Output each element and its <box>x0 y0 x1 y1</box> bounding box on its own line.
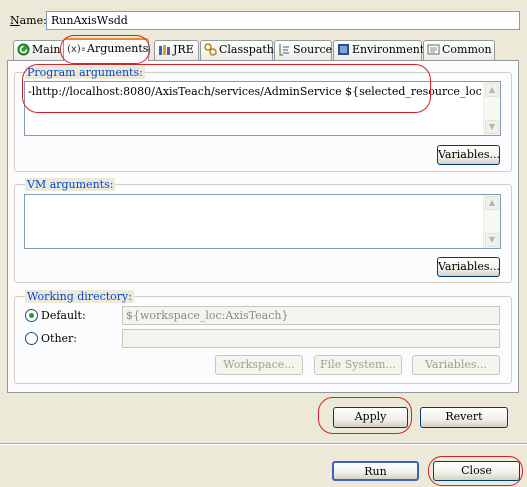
revert-button-label: Revert <box>445 410 483 423</box>
jre-library-icon <box>158 43 171 56</box>
workspace-button[interactable]: Workspace... <box>215 355 303 375</box>
tab-classpath-label: Classpath <box>219 43 274 56</box>
annotation-apply-button <box>318 397 412 434</box>
radio-selected-dot <box>29 313 34 318</box>
scroll-up-icon[interactable]: ▲ <box>485 196 499 210</box>
working-directory-title: Working directory: <box>25 290 134 303</box>
other-label: Other: <box>41 332 77 345</box>
other-radio[interactable] <box>25 332 38 345</box>
name-value: RunAxisWsdd <box>51 14 128 27</box>
vm-arguments-textarea[interactable]: ▲ ▼ <box>24 194 501 249</box>
program-arguments-scrollbar[interactable]: ▲ ▼ <box>483 82 500 135</box>
variables-button-label: Variables... <box>438 260 501 273</box>
scroll-down-icon[interactable]: ▼ <box>485 233 499 247</box>
file-system-button-label: File System... <box>320 358 396 371</box>
tab-source[interactable]: Source <box>274 40 332 60</box>
other-directory-field <box>122 329 500 348</box>
vm-arguments-title: VM arguments: <box>25 178 116 191</box>
bottom-divider <box>0 443 527 445</box>
tab-environment-label: Environment <box>352 43 425 56</box>
working-directory-variables-button[interactable]: Variables... <box>412 355 500 375</box>
vm-arguments-variables-button[interactable]: Variables... <box>437 257 500 277</box>
revert-button[interactable]: Revert <box>420 407 508 428</box>
default-radio[interactable] <box>25 309 38 322</box>
name-label: Name: <box>10 14 47 27</box>
scroll-up-icon[interactable]: ▲ <box>485 83 499 97</box>
default-label: Default: <box>41 309 86 322</box>
source-icon <box>278 43 291 56</box>
classpath-icon <box>204 43 217 56</box>
tab-environment[interactable]: Environment <box>333 40 425 60</box>
scroll-down-icon[interactable]: ▼ <box>485 120 499 134</box>
tab-classpath[interactable]: Classpath <box>200 40 274 60</box>
tab-common-label: Common <box>442 43 492 56</box>
tab-source-label: Source <box>293 43 333 56</box>
variables-button-label: Variables... <box>424 358 488 371</box>
annotation-program-arguments <box>22 64 431 113</box>
workspace-button-label: Workspace... <box>223 358 295 371</box>
name-input[interactable]: RunAxisWsdd <box>46 11 520 30</box>
annotation-arguments-tab <box>60 35 150 64</box>
variables-button-label: Variables... <box>438 148 501 161</box>
environment-icon <box>337 43 350 56</box>
vm-arguments-scrollbar[interactable]: ▲ ▼ <box>483 195 500 248</box>
program-arguments-variables-button[interactable]: Variables... <box>437 145 500 165</box>
tab-main[interactable]: Main <box>13 40 64 60</box>
tab-common[interactable]: Common <box>423 40 495 60</box>
annotation-close-button <box>428 456 523 486</box>
tab-jre[interactable]: JRE <box>154 40 199 60</box>
common-icon <box>427 43 440 56</box>
run-button[interactable]: Run <box>332 461 419 481</box>
file-system-button[interactable]: File System... <box>314 355 402 375</box>
default-directory-field: ${workspace_loc:AxisTeach} <box>122 306 500 325</box>
main-green-circle-icon <box>17 43 30 56</box>
run-button-label: Run <box>364 465 387 478</box>
tab-jre-label: JRE <box>173 43 194 56</box>
tab-main-label: Main <box>32 43 61 56</box>
default-directory-value: ${workspace_loc:AxisTeach} <box>126 309 289 322</box>
